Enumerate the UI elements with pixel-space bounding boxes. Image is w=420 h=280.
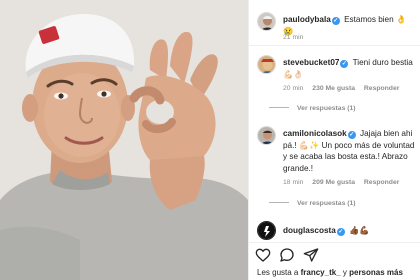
avatar[interactable] (257, 221, 276, 240)
heart-icon[interactable] (255, 247, 271, 263)
comment-likes[interactable]: 209 Me gusta (312, 179, 355, 186)
avatar[interactable] (257, 12, 276, 31)
comment-item: paulodybala ✓ Estamos bien 👌😢 21 min (257, 12, 416, 42)
comments-panel: paulodybala ✓ Estamos bien 👌😢 21 min stev… (248, 0, 420, 280)
comment-item: stevebucket07 ✓ Tieni duro bestia 💪🏻👌🏻 20… (257, 55, 416, 115)
liked-by-others[interactable]: personas más (349, 268, 403, 277)
reply-button[interactable]: Responder (364, 179, 400, 186)
avatar-image (258, 56, 275, 73)
comment-item: douglascosta ✓ 👍🏾💪🏾 (257, 221, 416, 241)
comment-emoji: 💪🏻👌🏻 (283, 69, 304, 79)
liked-by-user[interactable]: francy_tk_ (301, 268, 341, 277)
comment-meta: 20 min 230 Me gusta Responder (283, 85, 416, 92)
comment-meta: 21 min (283, 34, 416, 41)
comment-text: douglascosta ✓ 👍🏾💪🏾 (283, 225, 416, 237)
comment-likes[interactable]: 230 Me gusta (312, 85, 355, 92)
avatar-image (258, 127, 275, 144)
comment-body: Tieni duro bestia (352, 58, 413, 67)
avatar-image (258, 13, 275, 30)
selfie-illustration (0, 0, 248, 280)
comment-text: stevebucket07 ✓ Tieni duro bestia 💪🏻👌🏻 (283, 57, 416, 80)
liked-by-prefix: Les gusta a (257, 268, 299, 277)
view-replies-link[interactable]: Ver respuestas (1) (297, 200, 356, 207)
comment-time[interactable]: 21 min (283, 34, 303, 41)
verified-badge-icon: ✓ (331, 17, 340, 25)
avatar[interactable] (257, 126, 276, 145)
comment-username[interactable]: stevebucket07 (283, 58, 339, 67)
avatar-image (258, 222, 275, 239)
liked-by-conj: y (342, 268, 347, 277)
verified-badge-icon: ✓ (336, 228, 345, 236)
divider (249, 242, 420, 243)
comment-username[interactable]: paulodybala (283, 15, 331, 24)
avatar[interactable] (257, 55, 276, 74)
comment-text: camilonicolasok ✓ Jajaja bien ahi pá.! 💪🏻… (283, 128, 416, 174)
post-photo (0, 0, 248, 280)
paper-plane-icon[interactable] (303, 247, 319, 263)
view-replies-link[interactable]: Ver respuestas (1) (297, 105, 356, 112)
comment-username[interactable]: douglascosta (283, 226, 336, 235)
comment-body: Estamos bien (344, 15, 394, 24)
comment-item: camilonicolasok ✓ Jajaja bien ahi pá.! 💪🏻… (257, 126, 416, 216)
divider (249, 45, 420, 46)
comment-username[interactable]: camilonicolasok (283, 129, 347, 138)
verified-badge-icon: ✓ (340, 60, 349, 68)
comment-time[interactable]: 18 min (283, 179, 303, 186)
comment-emoji: 👍🏾💪🏾 (349, 226, 370, 235)
verified-badge-icon: ✓ (347, 131, 356, 139)
comment-meta: 18 min 209 Me gusta Responder (283, 179, 416, 186)
liked-by-text: Les gusta a francy_tk_ y personas más (257, 268, 403, 277)
comment-time[interactable]: 20 min (283, 85, 303, 92)
comment-bubble-icon[interactable] (279, 247, 295, 263)
reply-button[interactable]: Responder (364, 85, 400, 92)
